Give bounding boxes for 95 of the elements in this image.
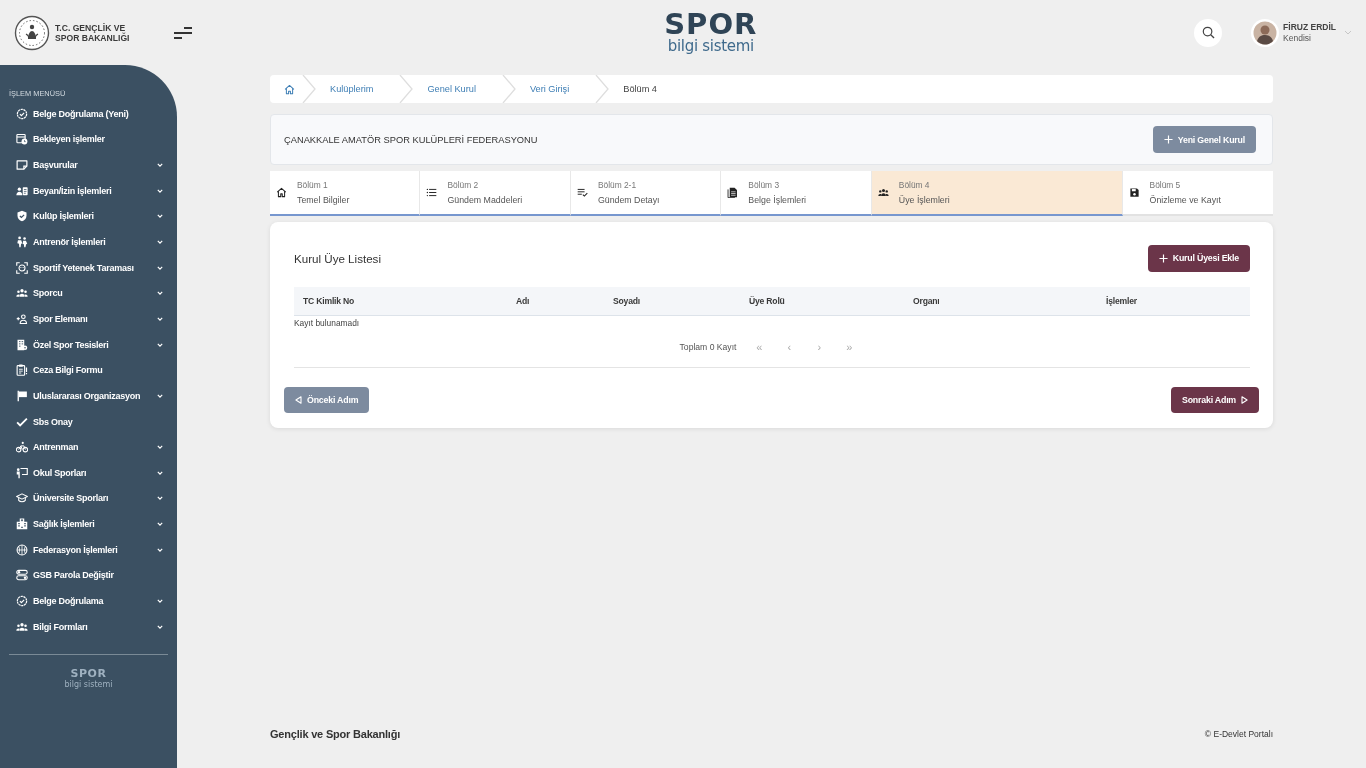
column-header: Üye Rolü	[740, 287, 904, 316]
card-title: Kurul Üye Listesi	[294, 251, 381, 265]
breadcrumb-separator-icon	[501, 75, 516, 103]
footer-logo-subtitle: bilgi sistemi	[64, 680, 113, 691]
breadcrumb-separator-icon	[302, 75, 316, 103]
face-scan-icon	[16, 261, 28, 274]
basketball-icon	[16, 543, 28, 556]
sidebar-item[interactable]: Sporcu	[0, 280, 177, 307]
shield-check-icon	[16, 210, 28, 223]
sidebar-item[interactable]: Ceza Bilgi Formu	[0, 357, 177, 384]
triangle-right-icon	[1241, 396, 1248, 404]
sidebar-item[interactable]: Beyan/İzin İşlemleri	[0, 177, 177, 204]
sidebar-item[interactable]: Bilgi Formları	[0, 613, 177, 640]
breadcrumb-separator-icon	[399, 75, 414, 103]
pagination-summary: Toplam 0 Kayıt	[679, 342, 737, 352]
sidebar-item[interactable]: Sportif Yetenek Taraması	[0, 254, 177, 281]
clipboard-alert-icon	[16, 364, 28, 377]
ministry-name: SPOR BAKANLIĞI	[55, 32, 130, 43]
column-header: İşlemler	[1097, 287, 1250, 316]
sidebar-item[interactable]: Belge Doğrulama (Yeni)	[0, 101, 177, 127]
list-check-icon	[576, 187, 588, 198]
sidebar-item[interactable]: Federasyon İşlemleri	[0, 536, 177, 563]
organization-name: ÇANAKKALE AMATÖR SPOR KULÜPLERİ FEDERASYONU	[284, 134, 538, 145]
step-tab[interactable]: Bölüm 4 Üye İşlemleri	[871, 171, 1123, 216]
people-icon	[16, 236, 28, 248]
user-avatar	[1251, 18, 1280, 47]
sidebar-item[interactable]: Bekleyen işlemler	[0, 126, 177, 153]
breadcrumb-link[interactable]: Veri Girişi	[515, 84, 594, 94]
app-logo-title: SPOR	[664, 10, 758, 38]
footer-ministry: Gençlik ve Spor Bakanlığı	[270, 728, 401, 740]
search-icon	[1201, 26, 1215, 39]
sidebar-item[interactable]: Antrenör İşlemleri	[0, 229, 177, 255]
user-plus-icon	[16, 312, 28, 325]
sidebar-item[interactable]: Üniversite Sporları	[0, 485, 177, 512]
plus-icon	[1163, 135, 1173, 144]
menu-toggle-button[interactable]	[173, 26, 194, 39]
breadcrumb-separator-icon	[595, 75, 610, 103]
save-icon	[1128, 187, 1140, 198]
emblem-icon	[14, 14, 50, 51]
step-tab[interactable]: Bölüm 2 Gündem Maddeleri	[420, 171, 571, 216]
bicycle-icon	[16, 441, 28, 454]
people-card-icon	[16, 184, 28, 197]
app-logo-subtitle: bilgi sistemi	[667, 38, 754, 55]
column-header: Adı	[507, 287, 604, 316]
check-icon	[16, 415, 28, 428]
group-icon	[16, 620, 28, 633]
step-tab[interactable]: Bölüm 5 Önizleme ve Kayıt	[1122, 171, 1273, 216]
document-icon	[727, 187, 739, 198]
toggles-icon	[16, 569, 28, 582]
calendar-clock-icon	[16, 133, 28, 146]
breadcrumb-link[interactable]: Genel Kurul	[413, 84, 500, 94]
list-icon	[426, 187, 438, 198]
breadcrumb-link[interactable]: Kulüplerim	[316, 84, 398, 94]
group-icon	[16, 287, 28, 300]
sidebar-item[interactable]: Sağlık İşlemleri	[0, 511, 177, 537]
home-icon	[276, 187, 287, 198]
footer-copyright: © E-Devlet Portalı	[1204, 729, 1273, 739]
sidebar-item[interactable]: Antrenman	[0, 434, 177, 460]
column-header: Organı	[904, 287, 1097, 316]
sidebar-item[interactable]: GSB Parola Değiştir	[0, 562, 177, 589]
triangle-left-icon	[295, 396, 302, 404]
column-header: TC Kimlik No	[294, 287, 507, 316]
column-header: Soyadı	[604, 287, 740, 316]
search-button[interactable]	[1194, 18, 1223, 47]
hospital-icon	[16, 518, 28, 531]
user-name: FİRUZ ERDİL	[1283, 21, 1336, 33]
footer-logo-title: SPOR	[70, 668, 107, 681]
breadcrumb-current[interactable]: Bölüm 4	[609, 84, 681, 94]
sidebar-item[interactable]: Uluslararası Organizasyon	[0, 383, 177, 409]
plus-icon	[1158, 253, 1168, 263]
graduation-cap-icon	[16, 492, 28, 505]
sidebar-item[interactable]: Özel Spor Tesisleri	[0, 331, 177, 358]
sidebar-item[interactable]: Başvurular	[0, 152, 177, 178]
user-role: Kendisi	[1283, 32, 1312, 44]
home-icon	[284, 83, 295, 95]
sidebar-item[interactable]: Kulüp İşlemleri	[0, 203, 177, 230]
badge-check-icon	[16, 595, 28, 607]
group-icon	[877, 187, 889, 198]
step-tab[interactable]: Bölüm 1 Temel Bilgiler	[270, 171, 421, 216]
next-step-button[interactable]: Sonraki Adım	[1171, 387, 1259, 413]
ministry-name: T.C. GENÇLİK VE	[55, 22, 126, 33]
note-icon	[16, 159, 28, 172]
empty-message: Kayıt bulunamadı	[294, 318, 361, 329]
badge-check-icon	[16, 107, 28, 120]
sidebar-item[interactable]: Spor Elemanı	[0, 306, 177, 332]
sidebar-item[interactable]: Sbs Onay	[0, 408, 177, 435]
presentation-icon	[16, 466, 28, 479]
sidebar-item[interactable]: Okul Sporları	[0, 459, 177, 486]
flag-icon	[16, 389, 28, 402]
building-icon	[16, 338, 28, 351]
step-tab[interactable]: Bölüm 2-1 Gündem Detayı	[570, 171, 722, 216]
add-member-button[interactable]: Kurul Üyesi Ekle	[1147, 244, 1250, 272]
step-tab[interactable]: Bölüm 3 Belge İşlemleri	[721, 171, 872, 216]
menu-icon	[173, 26, 194, 39]
sidebar-item[interactable]: Belge Doğrulama	[0, 588, 177, 614]
